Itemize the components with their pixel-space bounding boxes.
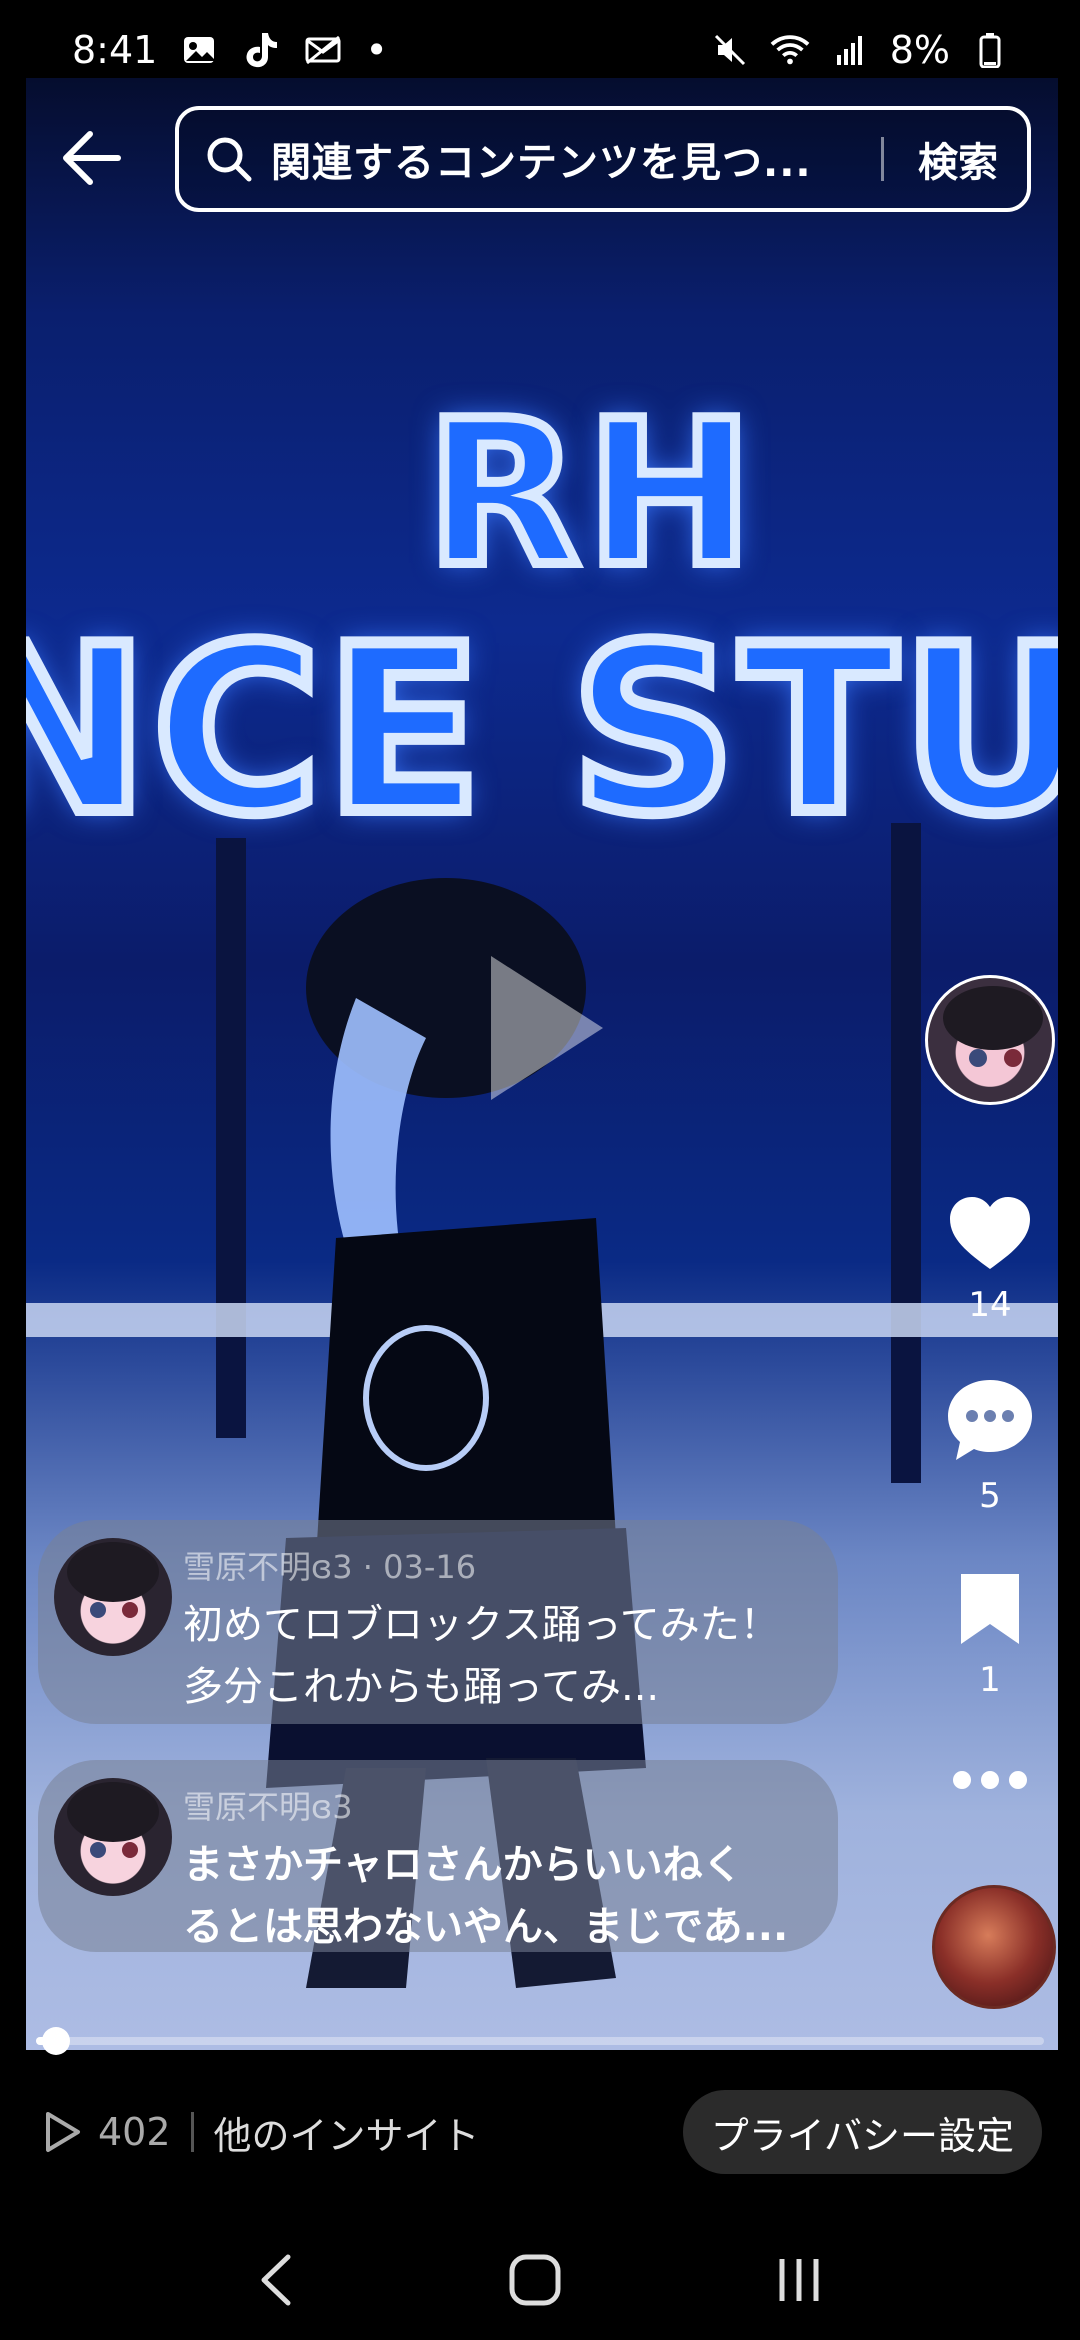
comment-text-line: 初めてロブロックス踊ってみた！ [183,1602,780,1648]
search-icon [207,137,252,182]
creator-avatar[interactable] [925,975,1055,1105]
nav-recents-icon[interactable] [774,2255,824,2305]
notification-dot: • [365,28,388,72]
battery-charging-icon [970,30,1010,70]
privacy-settings-button[interactable]: プライバシー設定 [682,2090,1042,2174]
search-bar[interactable]: 関連するコンテンツを見つ... 検索 [175,106,1031,212]
nav-back-icon[interactable] [256,2253,296,2307]
search-button[interactable]: 検索 [918,130,998,188]
nav-home-icon[interactable] [507,2252,563,2308]
comment-bubble-icon [948,1380,1032,1460]
comment-bubble[interactable]: 雪原不明ɞ3 · 03-16 初めてロブロックス踊ってみた！ 多分これからも踊っ… [38,1520,838,1724]
play-outline-icon [46,2112,80,2152]
comment-meta: 雪原不明ɞ3 · 03-16 [183,1548,477,1586]
search-divider [881,137,884,181]
gallery-icon [179,30,219,70]
comment-button[interactable]: 5 [920,1378,1060,1516]
video-progress-bar[interactable] [36,2027,1044,2055]
music-disc-icon[interactable] [932,1885,1056,2009]
system-nav-bar [0,2220,1080,2340]
comment-text-line: るとは思わないやん、まじであ... [183,1904,789,1950]
tiktok-icon [241,30,281,70]
more-options-button[interactable] [920,1768,1060,1792]
video-stats-row: 402 他のインサイト プライバシー設定 [42,2090,1042,2174]
comment-text-line: まさかチャロさんからいいねく [183,1842,743,1888]
play-icon[interactable] [481,948,611,1108]
view-count: 402 [42,2110,171,2154]
save-count: 1 [979,1660,1001,1700]
comment-bubble[interactable]: 雪原不明ɞ3 まさかチャロさんからいいねく るとは思わないやん、まじであ... [38,1760,838,1952]
back-button[interactable] [52,118,132,198]
comment-meta: 雪原不明ɞ3 [183,1788,353,1826]
like-button[interactable]: 14 [920,1195,1060,1325]
commenter-avatar [54,1778,172,1896]
mail-off-icon [303,30,343,70]
clock: 8:41 [72,28,158,72]
sign-pole-right [891,823,921,1483]
commenter-avatar [54,1538,172,1656]
signal-icon [830,30,870,70]
progress-thumb[interactable] [42,2027,70,2055]
heart-icon [950,1197,1030,1269]
separator [190,2112,194,2152]
comment-text-line: 多分これからも踊ってみ... [183,1664,660,1710]
search-input[interactable]: 関連するコンテンツを見つ... [271,130,851,188]
like-count: 14 [968,1285,1012,1325]
view-count-value: 402 [98,2110,171,2154]
back-arrow-icon [63,131,121,185]
wifi-icon [770,30,810,70]
video-player[interactable]: RH NCE STU [26,78,1058,2050]
bookmark-icon [961,1574,1019,1644]
battery-percent: 8% [889,28,950,72]
more-insights-link[interactable]: 他のインサイト [214,2105,480,2160]
comment-count: 5 [979,1476,1001,1516]
sign-text-top: RH [421,373,760,616]
save-button[interactable]: 1 [920,1570,1060,1700]
more-dots-icon [953,1771,1027,1789]
mute-icon [710,30,750,70]
